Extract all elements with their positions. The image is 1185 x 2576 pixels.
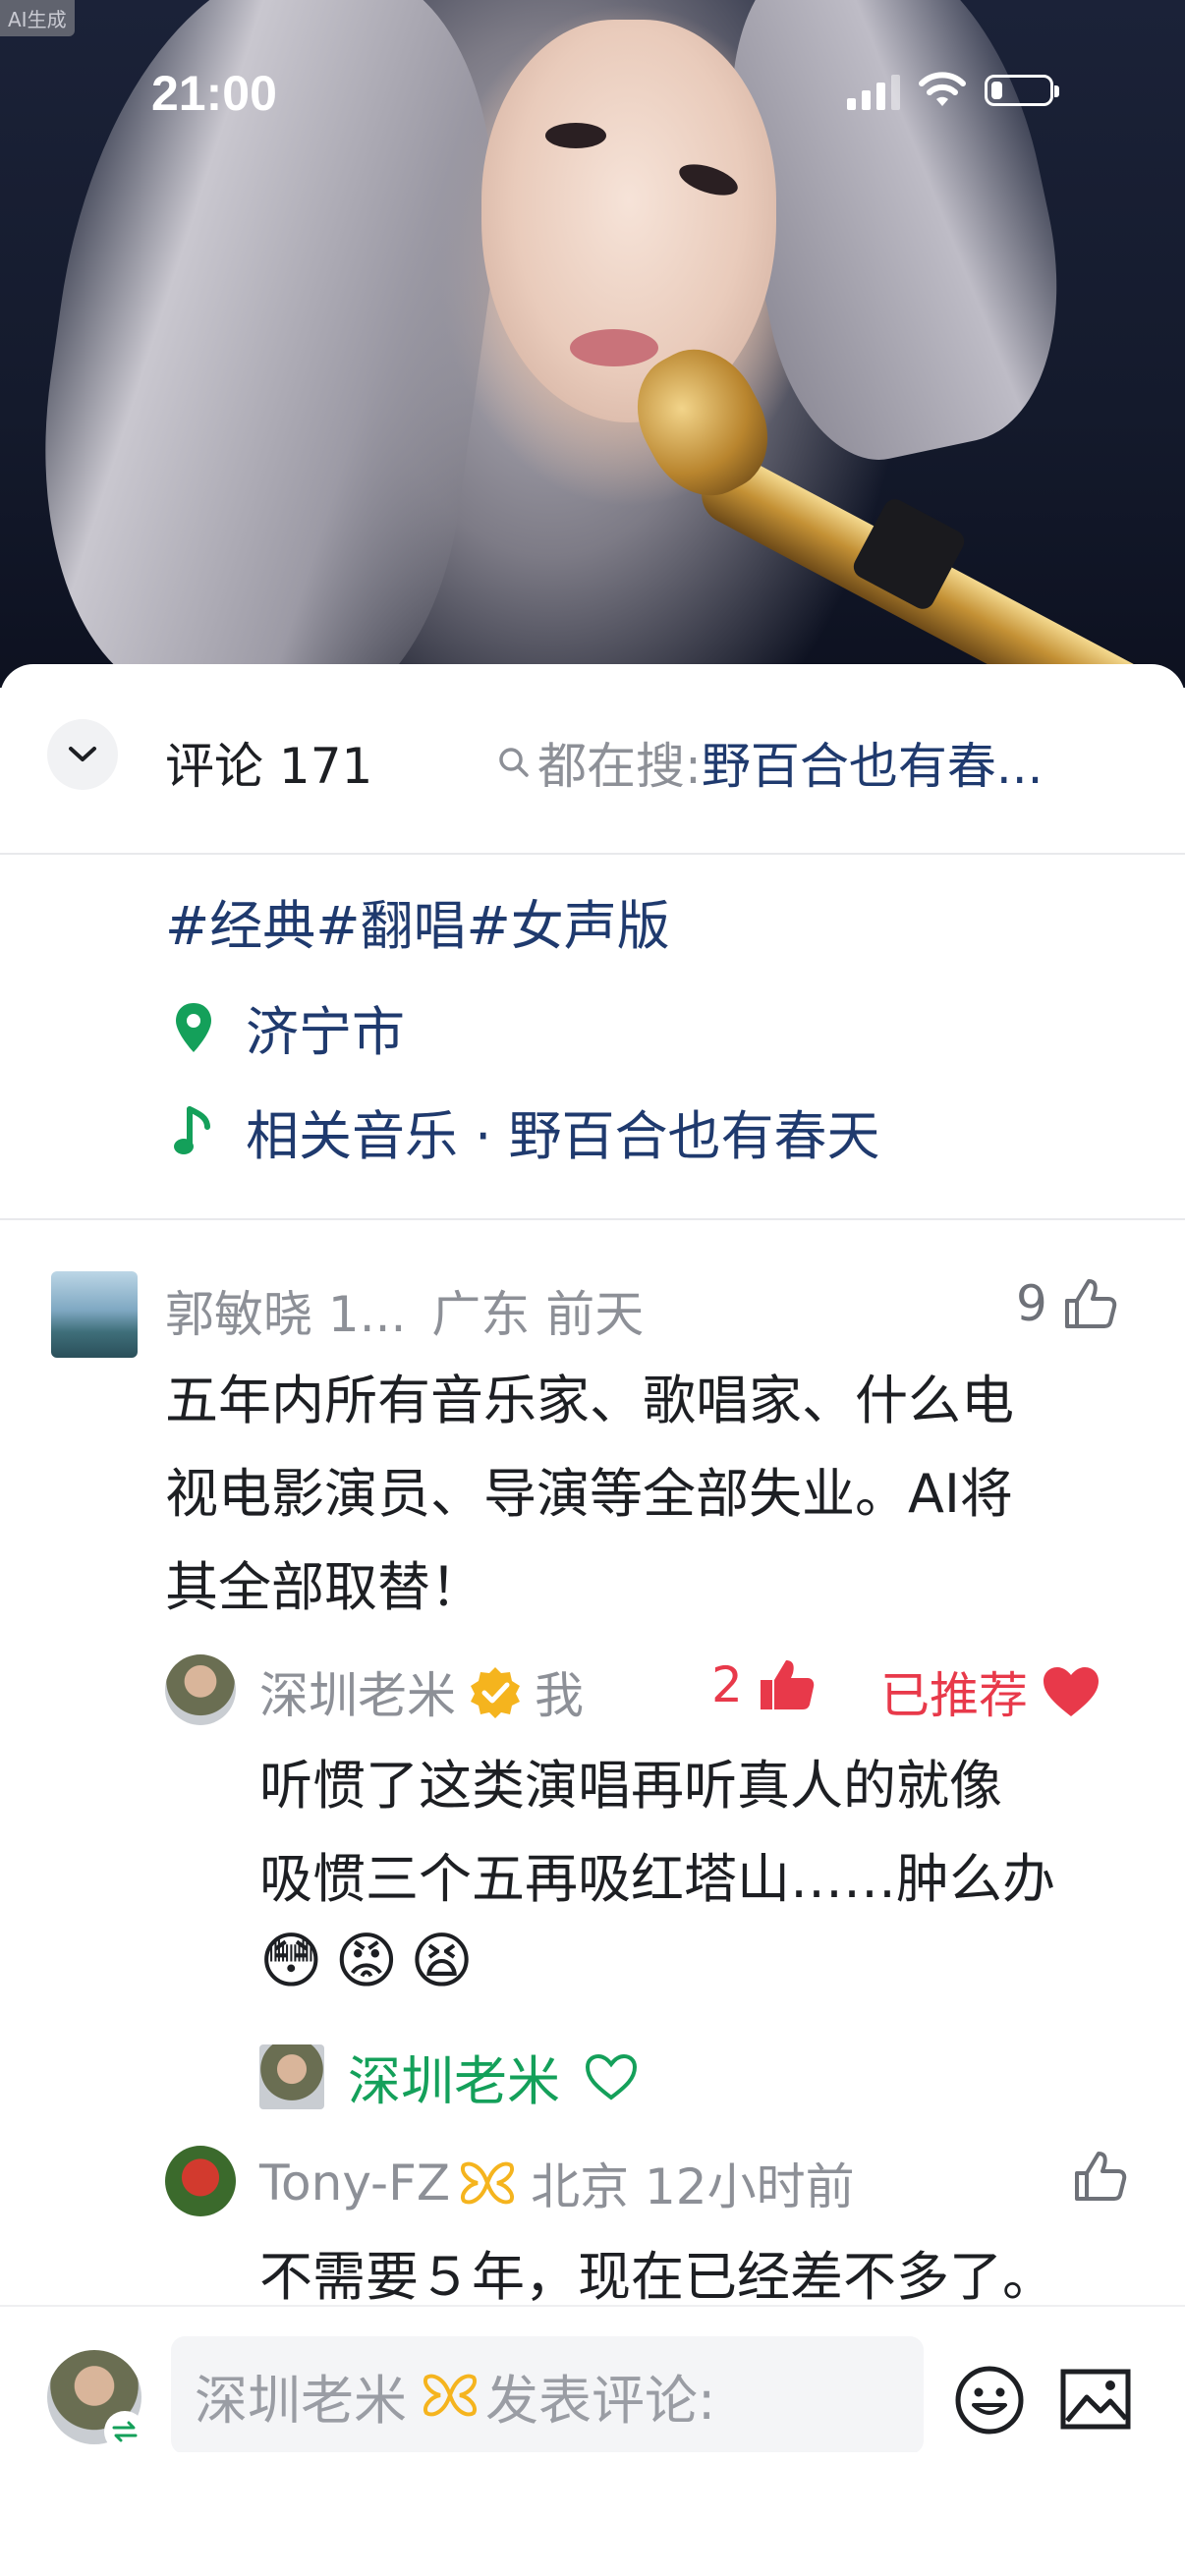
eye-shape: [545, 123, 606, 148]
post-location[interactable]: 济宁市: [171, 988, 405, 1066]
thumbs-up-icon: [1075, 2152, 1127, 2201]
comment-line: 视电影演员、导演等全部失业。AI将: [165, 1463, 1013, 1525]
comment-sheet: 评论 171 都在搜: 野百合也有春... #经典#翻唱#女声版 济宁市 相关音…: [0, 664, 1185, 2576]
search-keyword[interactable]: 野百合也有春...: [702, 727, 1044, 798]
like-count: 2: [711, 1656, 743, 1713]
location-text: 济宁市: [246, 1001, 405, 1063]
comment-line: 其全部取替！: [165, 1556, 483, 1618]
heart-outline-icon: [585, 2053, 638, 2100]
verified-badge-icon: [471, 1667, 520, 1718]
butterfly-badge-icon: [461, 2161, 515, 2205]
input-placeholder: 发表评论:: [485, 2369, 716, 2432]
like-count: 9: [1016, 1275, 1047, 1332]
location-pin-icon: [176, 1002, 211, 1052]
collapse-button[interactable]: [47, 719, 118, 790]
comment-input-bar: 深圳老米 发表评论:: [0, 2305, 1185, 2454]
status-icons: [847, 71, 1059, 110]
comment-meta: 郭敏晓 1... 广东 前天: [165, 1275, 644, 1346]
search-suggestion[interactable]: 都在搜: 野百合也有春...: [496, 727, 1044, 798]
battery-icon: [985, 75, 1059, 106]
comment-count-title: 评论 171: [165, 738, 373, 795]
comment-region-time: 广东 前天: [431, 1286, 645, 1343]
comment-header: 评论 171 都在搜: 野百合也有春...: [0, 664, 1185, 853]
divider: [0, 1218, 1185, 1220]
emoji: 😡: [334, 1925, 399, 1996]
music-note-icon: [174, 1105, 210, 1154]
author-liked-row: 深圳老米: [259, 2038, 639, 2115]
emoji: 😳: [259, 1925, 323, 1996]
search-icon: [499, 748, 529, 777]
input-user-name: 深圳老米: [195, 2369, 407, 2432]
divider: [0, 853, 1185, 855]
battery-fill: [991, 82, 1002, 99]
recommended-label: 已推荐: [880, 1667, 1028, 1724]
image-icon[interactable]: [1059, 2368, 1132, 2433]
avatar[interactable]: [165, 2146, 236, 2216]
thumbs-up-icon: [1064, 1279, 1117, 1328]
video-frame[interactable]: AI生成 21:00: [0, 0, 1185, 688]
emoji: 😫: [410, 1925, 474, 1996]
reply-author[interactable]: 深圳老米: [259, 1656, 456, 1727]
comment-author[interactable]: Tony-FZ: [259, 2155, 450, 2212]
liked-by-author[interactable]: 深圳老米: [348, 2038, 560, 2115]
like-button[interactable]: 9: [1016, 1275, 1118, 1332]
music-text: 相关音乐 · 野百合也有春天: [246, 1105, 880, 1167]
comment-author[interactable]: 郭敏晓 1...: [165, 1286, 406, 1343]
comment-meta: Tony-FZ 北京 12小时前: [259, 2148, 855, 2218]
comment-input[interactable]: 深圳老米 发表评论:: [171, 2336, 924, 2454]
reply-like-button[interactable]: 2: [711, 1656, 818, 1713]
home-area: [0, 2452, 1185, 2576]
avatar: [259, 2044, 324, 2109]
lips-shape: [570, 329, 658, 366]
butterfly-badge-icon: [423, 2374, 477, 2417]
reply-text: 听惯了这类演唱再听真人的就像 吸惯三个五再吸红塔山……肿么办: [259, 1739, 1055, 1926]
recommended-button[interactable]: 已推荐: [880, 1656, 1100, 1727]
comment-region-time: 北京 12小时前: [531, 2158, 855, 2215]
ai-generated-tag: AI生成: [0, 0, 75, 36]
search-prefix: 都在搜:: [537, 738, 702, 795]
chevron-down-icon: [69, 747, 96, 761]
emoji-icon[interactable]: [953, 2364, 1026, 2436]
switch-account-icon[interactable]: [104, 2411, 145, 2452]
post-hashtags[interactable]: #经典#翻唱#女声版: [165, 882, 670, 960]
signal-icon: [847, 71, 900, 110]
self-tag: 我: [535, 1667, 584, 1724]
like-button[interactable]: [1071, 2148, 1128, 2205]
reply-line: 听惯了这类演唱再听真人的就像: [259, 1755, 1002, 1817]
reply-emojis: 😳 😡 😫: [259, 1922, 474, 2000]
reply-line: 吸惯三个五再吸红塔山……肿么办: [259, 1848, 1055, 1910]
avatar[interactable]: [165, 1654, 236, 1725]
heart-filled-icon: [1044, 1667, 1099, 1716]
wifi-icon: [919, 72, 966, 106]
avatar[interactable]: [51, 1271, 138, 1358]
thumbs-up-filled-icon: [760, 1660, 815, 1709]
reply-meta: 深圳老米 我: [259, 1656, 584, 1727]
status-time: 21:00: [151, 66, 277, 121]
comment-text: 五年内所有音乐家、歌唱家、什么电 视电影演员、导演等全部失业。AI将 其全部取替…: [165, 1354, 1014, 1634]
swap-arrows-icon: [112, 2421, 138, 2442]
comment-line: 五年内所有音乐家、歌唱家、什么电: [165, 1370, 1014, 1431]
post-music[interactable]: 相关音乐 · 野百合也有春天: [171, 1092, 880, 1170]
